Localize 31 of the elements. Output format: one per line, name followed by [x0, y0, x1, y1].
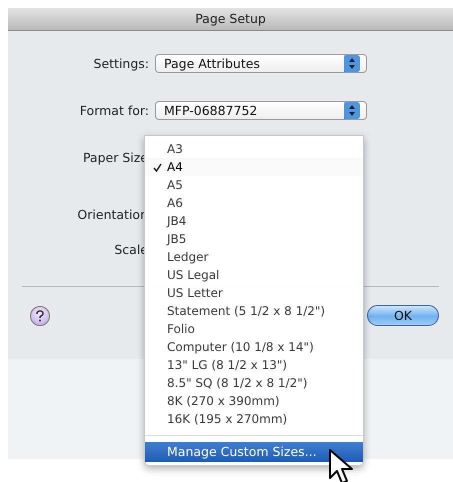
help-button[interactable]: [30, 306, 50, 326]
menu-item[interactable]: Ledger: [145, 248, 363, 266]
menu-item[interactable]: JB4: [145, 212, 363, 230]
menu-item[interactable]: 13" LG (8 1/2 x 13"): [145, 356, 363, 374]
checkmark-icon: [153, 162, 162, 172]
popup-menu[interactable]: MFP-06887752: [155, 100, 367, 120]
menu-item[interactable]: Computer (10 1/8 x 14"): [145, 338, 363, 356]
popup-menu[interactable]: Page Attributes: [155, 54, 367, 72]
menu-item[interactable]: A5: [145, 176, 363, 194]
menu-item[interactable]: US Legal: [145, 266, 363, 284]
menu-item[interactable]: A3: [145, 140, 363, 158]
menu-item[interactable]: Statement (5 1/2 x 8 1/2"): [145, 302, 363, 320]
menu-item[interactable]: Manage Custom Sizes...: [145, 442, 363, 462]
field-label: Paper Size: [82, 150, 148, 165]
stepper-arrows-icon: [344, 54, 360, 72]
field-label: Orientation: [76, 207, 148, 222]
ok-button[interactable]: OK: [367, 305, 439, 326]
menu-item[interactable]: 8K (270 x 390mm): [145, 392, 363, 410]
field-label: Settings:: [92, 56, 149, 70]
field-label: Scale: [113, 242, 148, 257]
menu-item[interactable]: A6: [145, 194, 363, 212]
menu-item[interactable]: A4: [145, 158, 363, 176]
menu-item[interactable]: Folio: [145, 320, 363, 338]
stepper-arrows-icon: [344, 102, 360, 118]
menu-item[interactable]: US Letter: [145, 284, 363, 302]
field-label: Format for:: [78, 102, 149, 118]
question-mark-icon: [35, 310, 45, 322]
menu-item[interactable]: 16K (195 x 270mm): [145, 410, 363, 428]
menu-item[interactable]: JB5: [145, 230, 363, 248]
window-title: Page Setup: [8, 8, 453, 31]
menu-item[interactable]: 8.5" SQ (8 1/2 x 8 1/2"): [145, 374, 363, 392]
